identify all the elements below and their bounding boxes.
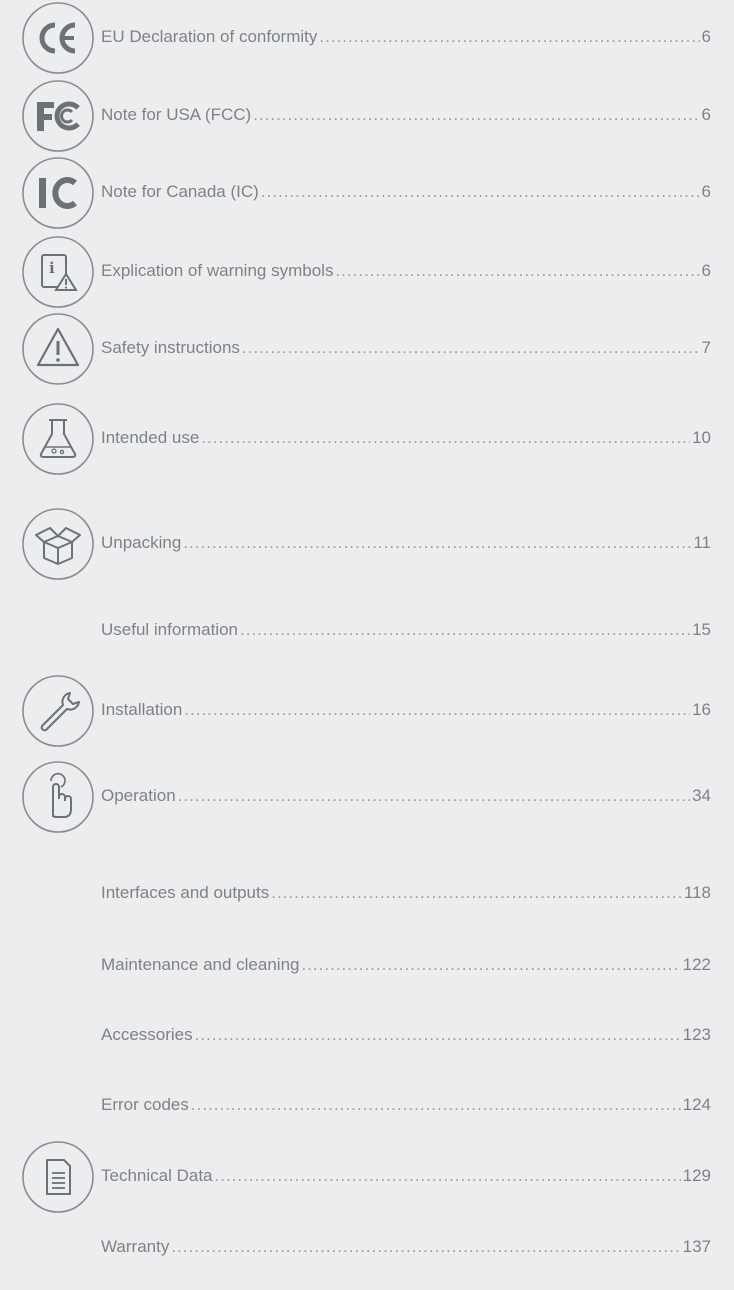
toc-row-intended-use: Intended use 10 xyxy=(0,401,734,481)
toc-entry-label: Explication of warning symbols xyxy=(101,261,334,280)
toc-entry-page: 11 xyxy=(693,533,711,552)
toc-row-safety: Safety instructions 7 xyxy=(0,311,734,391)
leader-dots xyxy=(195,1024,681,1046)
toc-entry-label: Unpacking xyxy=(101,533,182,552)
toc-entry[interactable]: EU Declaration of conformity 6 xyxy=(101,26,711,48)
toc-entry-page: 10 xyxy=(692,428,711,447)
toc-entry[interactable]: Note for Canada (IC) 6 xyxy=(101,181,711,203)
leader-dots xyxy=(253,104,699,126)
toc-entry[interactable]: Explication of warning symbols 6 xyxy=(101,260,711,282)
open-box-icon xyxy=(20,506,96,582)
leader-dots xyxy=(319,26,699,48)
toc-entry[interactable]: Installation 16 xyxy=(101,699,711,721)
toc-row-accessories: Accessories 123 xyxy=(0,998,734,1078)
toc-entry[interactable]: Useful information 15 xyxy=(101,619,711,641)
toc-entry-page: 34 xyxy=(692,786,711,805)
toc-row-maintenance: Maintenance and cleaning 122 xyxy=(0,928,734,1008)
toc-entry-label: EU Declaration of conformity xyxy=(101,27,318,46)
hand-touch-icon xyxy=(20,759,96,835)
svg-text:i: i xyxy=(49,259,55,277)
toc-entry-label: Interfaces and outputs xyxy=(101,883,270,902)
toc-entry-label: Installation xyxy=(101,700,183,719)
toc-entry[interactable]: Intended use 10 xyxy=(101,427,711,449)
toc-entry-page: 6 xyxy=(701,27,711,46)
toc-entry-label: Useful information xyxy=(101,620,239,639)
toc-row-useful-information: Useful information 15 xyxy=(0,593,734,673)
toc-row-warning-symbols: i Explication of warning symbols 6 xyxy=(0,234,734,314)
toc-entry-label: Error codes xyxy=(101,1095,189,1114)
leader-dots xyxy=(171,1236,680,1258)
toc-entry[interactable]: Interfaces and outputs 118 xyxy=(101,882,711,904)
leader-dots xyxy=(215,1165,681,1187)
leader-dots xyxy=(271,882,682,904)
toc-entry-page: 123 xyxy=(682,1025,711,1044)
toc-entry-label: Accessories xyxy=(101,1025,193,1044)
toc-entry-page: 7 xyxy=(701,338,711,357)
leader-dots xyxy=(335,260,699,282)
toc-row-interfaces: Interfaces and outputs 118 xyxy=(0,856,734,936)
toc-entry-page: 15 xyxy=(692,620,711,639)
toc-entry-page: 6 xyxy=(701,182,711,201)
toc-row-installation: Installation 16 xyxy=(0,673,734,753)
toc-entry-label: Note for Canada (IC) xyxy=(101,182,259,201)
toc-entry[interactable]: Unpacking 11 xyxy=(101,532,711,554)
toc-entry-label: Note for USA (FCC) xyxy=(101,105,252,124)
toc-entry-page: 129 xyxy=(682,1166,711,1185)
toc-entry-label: Warranty xyxy=(101,1237,170,1256)
toc-entry[interactable]: Operation 34 xyxy=(101,785,711,807)
toc-entry-page: 122 xyxy=(682,955,711,974)
toc-entry-label: Intended use xyxy=(101,428,200,447)
toc-entry[interactable]: Accessories 123 xyxy=(101,1024,711,1046)
ce-mark-icon xyxy=(20,0,96,76)
toc-entry[interactable]: Error codes 124 xyxy=(101,1094,711,1116)
leader-dots xyxy=(184,699,690,721)
leader-dots xyxy=(183,532,691,554)
toc-row-technical-data: Technical Data 129 xyxy=(0,1139,734,1219)
toc-entry[interactable]: Maintenance and cleaning 122 xyxy=(101,954,711,976)
toc-entry-page: 16 xyxy=(692,700,711,719)
toc-row-unpacking: Unpacking 11 xyxy=(0,506,734,586)
toc-row-error-codes: Error codes 124 xyxy=(0,1068,734,1148)
toc-entry-page: 124 xyxy=(682,1095,711,1114)
leader-dots xyxy=(191,1094,681,1116)
document-icon xyxy=(20,1139,96,1215)
toc-row-fcc: Note for USA (FCC) 6 xyxy=(0,78,734,158)
toc-entry-page: 6 xyxy=(701,261,711,280)
leader-dots xyxy=(301,954,680,976)
ic-logo-icon xyxy=(20,155,96,231)
toc-row-ic: Note for Canada (IC) 6 xyxy=(0,155,734,235)
toc-entry-page: 137 xyxy=(682,1237,711,1256)
leader-dots xyxy=(261,181,700,203)
toc-entry-page: 118 xyxy=(683,883,711,902)
leader-dots xyxy=(240,619,690,641)
wrench-icon xyxy=(20,673,96,749)
toc-row-eu-declaration: EU Declaration of conformity 6 xyxy=(0,0,734,80)
toc-entry-label: Operation xyxy=(101,786,176,805)
toc-entry[interactable]: Note for USA (FCC) 6 xyxy=(101,104,711,126)
leader-dots xyxy=(201,427,690,449)
table-of-contents: EU Declaration of conformity 6 Note for … xyxy=(0,0,734,1274)
toc-entry[interactable]: Safety instructions 7 xyxy=(101,337,711,359)
toc-entry[interactable]: Warranty 137 xyxy=(101,1236,711,1258)
flask-icon xyxy=(20,401,96,477)
toc-entry-label: Maintenance and cleaning xyxy=(101,955,300,974)
info-warning-icon: i xyxy=(20,234,96,310)
toc-row-warranty: Warranty 137 xyxy=(0,1210,734,1290)
warning-triangle-icon xyxy=(20,311,96,387)
toc-entry-label: Technical Data xyxy=(101,1166,213,1185)
leader-dots xyxy=(178,785,690,807)
toc-row-operation: Operation 34 xyxy=(0,759,734,839)
toc-entry-page: 6 xyxy=(701,105,711,124)
toc-entry[interactable]: Technical Data 129 xyxy=(101,1165,711,1187)
fcc-logo-icon xyxy=(20,78,96,154)
toc-entry-label: Safety instructions xyxy=(101,338,240,357)
leader-dots xyxy=(242,337,700,359)
